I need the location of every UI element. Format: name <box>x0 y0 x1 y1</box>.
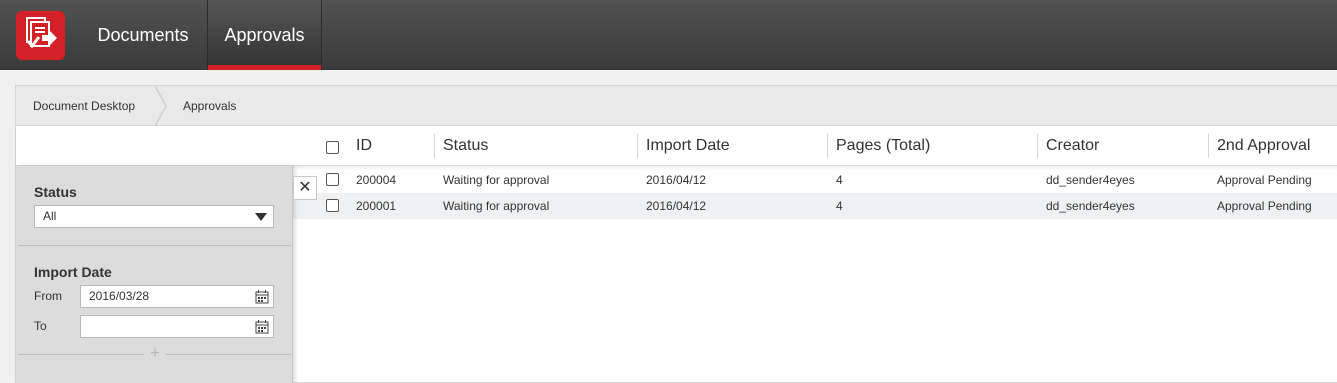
to-date-input[interactable] <box>80 315 274 338</box>
close-filter-button[interactable]: ✕ <box>293 176 317 200</box>
divider <box>18 245 291 246</box>
column-creator[interactable]: Creator <box>1046 126 1099 166</box>
approvals-panel: Document Desktop Approvals ID Status Imp… <box>15 85 1337 383</box>
status-filter-label: Status <box>34 184 77 200</box>
breadcrumb: Document Desktop Approvals <box>16 86 1337 126</box>
cell-pages: 4 <box>836 173 843 187</box>
cell-creator: dd_sender4eyes <box>1046 199 1135 213</box>
nav-documents[interactable]: Documents <box>79 0 207 70</box>
column-divider <box>1037 134 1038 158</box>
to-label: To <box>34 319 47 333</box>
filter-panel: Status All Import Date From 2016/03/28 T… <box>16 166 293 383</box>
row-checkbox[interactable] <box>326 199 339 212</box>
cell-import-date: 2016/04/12 <box>646 173 707 187</box>
table-header: ID Status Import Date Pages (Total) Crea… <box>16 126 1337 166</box>
from-date-input[interactable]: 2016/03/28 <box>80 285 274 308</box>
cell-status: Waiting for approval <box>443 173 550 187</box>
from-date-value: 2016/03/28 <box>89 289 150 303</box>
cell-status: Waiting for approval <box>443 199 550 213</box>
top-bar: Documents Approvals <box>0 0 1337 70</box>
calendar-icon[interactable] <box>255 290 269 304</box>
breadcrumb-document-desktop[interactable]: Document Desktop <box>33 86 135 126</box>
cell-2nd-approval: Approval Pending <box>1217 199 1312 213</box>
app-logo-icon[interactable] <box>16 11 65 60</box>
cell-2nd-approval: Approval Pending <box>1217 173 1312 187</box>
dropdown-arrow-icon <box>255 213 267 221</box>
breadcrumb-separator-icon <box>154 86 167 126</box>
column-status[interactable]: Status <box>443 126 488 166</box>
column-pages-total[interactable]: Pages (Total) <box>836 126 930 166</box>
cell-import-date: 2016/04/12 <box>646 199 707 213</box>
status-select[interactable]: All <box>34 205 274 228</box>
cell-pages: 4 <box>836 199 843 213</box>
cell-creator: dd_sender4eyes <box>1046 173 1135 187</box>
column-divider <box>1208 134 1209 158</box>
import-date-filter-label: Import Date <box>34 264 112 280</box>
column-divider <box>827 134 828 158</box>
column-id[interactable]: ID <box>356 126 372 166</box>
nav-approvals[interactable]: Approvals <box>207 0 322 70</box>
column-divider <box>637 134 638 158</box>
add-filter-icon[interactable]: + <box>144 346 166 362</box>
breadcrumb-approvals: Approvals <box>183 99 237 113</box>
column-import-date[interactable]: Import Date <box>646 126 730 166</box>
status-select-value: All <box>43 209 57 223</box>
select-all-checkbox[interactable] <box>326 141 339 154</box>
from-label: From <box>34 289 62 303</box>
cell-id: 200004 <box>356 173 397 187</box>
column-2nd-approval[interactable]: 2nd Approval <box>1217 126 1310 166</box>
cell-id: 200001 <box>356 199 397 213</box>
calendar-icon[interactable] <box>255 320 269 334</box>
row-checkbox[interactable] <box>326 173 339 186</box>
column-divider <box>434 134 435 158</box>
